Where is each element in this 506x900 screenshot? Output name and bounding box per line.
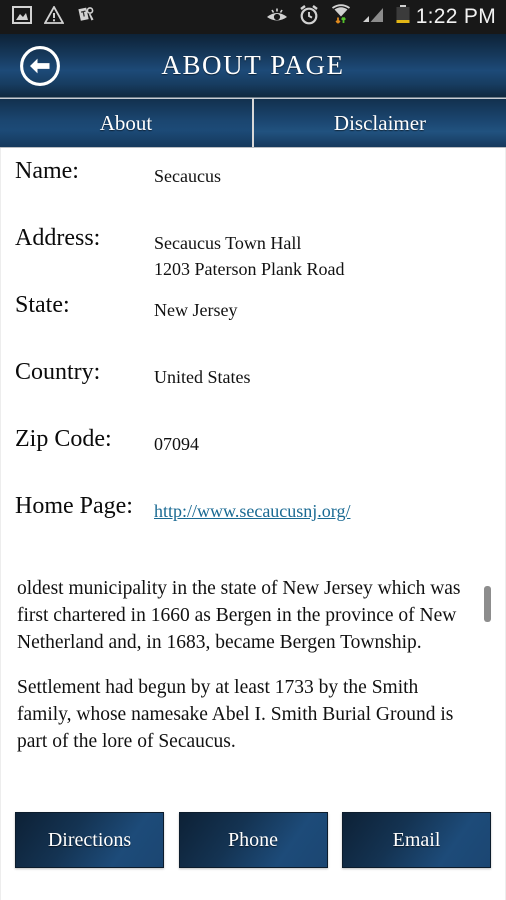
field-label-zip-code: Zip Code: <box>15 426 112 452</box>
field-value-country: United States <box>154 359 251 390</box>
back-arrow-circle-icon[interactable] <box>18 44 62 88</box>
action-button-bar: Directions Phone Email <box>1 812 505 868</box>
detail-field-list: Name: Secaucus Address: Secaucus Town Ha… <box>1 148 505 560</box>
status-bar-left-icons <box>12 4 96 30</box>
description-text: oldest municipality in the state of New … <box>1 576 505 755</box>
field-value-line: Secaucus <box>154 166 221 186</box>
status-bar-right-icons <box>265 3 411 31</box>
field-value-line: New Jersey <box>154 300 238 320</box>
status-bar-clock: 1:22 PM <box>415 5 496 28</box>
field-row-home-page: Home Page: http://www.secaucusnj.org/ <box>1 493 505 560</box>
field-label-name: Name: <box>15 158 79 184</box>
status-bar: 1:22 PM <box>0 0 506 34</box>
tab-disclaimer[interactable]: Disclaimer <box>254 98 506 147</box>
directions-button[interactable]: Directions <box>15 812 164 868</box>
field-value-zip-code: 07094 <box>154 426 199 457</box>
description-paragraph-2: Settlement had begun by at least 1733 by… <box>17 676 454 752</box>
field-row-zip-code: Zip Code: 07094 <box>1 426 505 493</box>
field-row-state: State: New Jersey <box>1 292 505 359</box>
cell-signal-icon <box>362 6 386 29</box>
field-row-address: Address: Secaucus Town Hall 1203 Paterso… <box>1 225 505 292</box>
field-value-address: Secaucus Town Hall 1203 Paterson Plank R… <box>154 225 345 282</box>
field-value-line: United States <box>154 367 251 387</box>
page-title: ABOUT PAGE <box>161 50 345 80</box>
tab-bar: About Disclaimer <box>0 98 506 148</box>
field-value-name: Secaucus <box>154 158 221 189</box>
warning-triangle-icon <box>43 4 65 29</box>
field-label-state: State: <box>15 292 70 318</box>
vertical-scrollbar-thumb[interactable] <box>484 586 491 622</box>
home-page-link[interactable]: http://www.secaucusnj.org/ <box>154 501 350 521</box>
field-label-country: Country: <box>15 359 101 385</box>
about-page-screen: 1:22 PM ABOUT PAGE About Disclaimer Name… <box>0 0 506 900</box>
email-button[interactable]: Email <box>342 812 491 868</box>
field-label-home-page: Home Page: <box>15 493 133 519</box>
tab-about[interactable]: About <box>0 98 252 147</box>
field-label-address: Address: <box>15 225 101 251</box>
battery-low-icon <box>395 4 411 31</box>
field-row-name: Name: Secaucus <box>1 158 505 225</box>
description-paragraph-1: oldest municipality in the state of New … <box>17 578 461 653</box>
content-area: Name: Secaucus Address: Secaucus Town Ha… <box>0 148 506 900</box>
field-value-line: 1203 Paterson Plank Road <box>154 259 345 280</box>
alarm-clock-icon <box>298 4 320 31</box>
field-value-line: Secaucus Town Hall <box>154 233 302 253</box>
smart-stay-eye-icon <box>265 6 289 29</box>
app-header: ABOUT PAGE <box>0 34 506 98</box>
field-value-home-page: http://www.secaucusnj.org/ <box>154 493 350 524</box>
field-row-country: Country: United States <box>1 359 505 426</box>
field-value-line: 07094 <box>154 434 199 454</box>
wifi-data-transfer-icon <box>329 3 353 31</box>
phone-button[interactable]: Phone <box>178 812 328 868</box>
field-value-state: New Jersey <box>154 292 237 323</box>
image-icon <box>12 5 32 29</box>
carrier-key-tag-icon <box>76 5 96 30</box>
